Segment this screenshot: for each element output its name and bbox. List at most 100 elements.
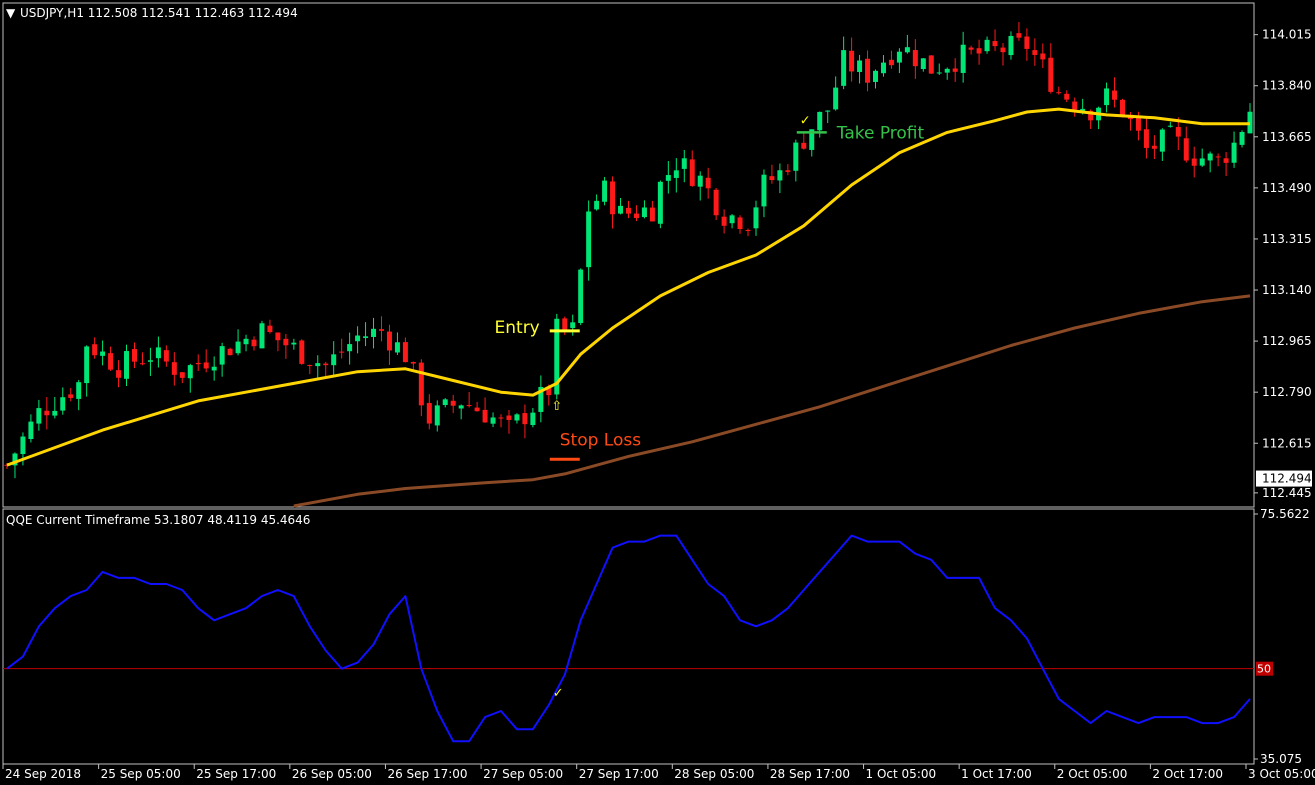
candle-body	[1151, 145, 1157, 149]
candle-body	[450, 400, 456, 406]
qqe-axis-label: 35.075	[1260, 752, 1302, 766]
candle-body	[944, 68, 950, 73]
candle-body	[116, 370, 122, 378]
candle-body	[108, 353, 114, 370]
candle-body	[155, 347, 161, 359]
candle-body	[530, 412, 536, 426]
candle-body	[44, 410, 50, 416]
candle-body	[522, 413, 528, 425]
candle-body	[873, 70, 879, 82]
price-axis-label: 113.665	[1262, 130, 1312, 144]
price-axis-label: 112.790	[1262, 385, 1312, 399]
candle-body	[283, 338, 289, 346]
candle-body	[378, 329, 384, 331]
candle-body	[195, 362, 201, 365]
candle-body	[147, 360, 153, 362]
candle-body	[1175, 127, 1181, 137]
candle-body	[1048, 57, 1054, 92]
candle-body	[745, 230, 751, 232]
candle-body	[267, 325, 273, 333]
candle-body	[76, 382, 82, 399]
candle-body	[833, 87, 839, 110]
candle-body	[896, 51, 902, 63]
candle-body	[602, 180, 608, 202]
candle-body	[506, 415, 512, 420]
candle-body	[315, 363, 321, 367]
candle-body	[131, 349, 137, 362]
candle-body	[888, 59, 894, 66]
time-axis-label: 2 Oct 17:00	[1152, 767, 1223, 781]
candle-body	[689, 159, 695, 186]
time-axis-label: 1 Oct 05:00	[866, 767, 937, 781]
qqe-axis-label: 75.5622	[1260, 507, 1310, 521]
candle-body	[769, 176, 775, 181]
price-axis-label: 114.015	[1262, 28, 1312, 42]
candle-body	[442, 399, 448, 405]
candle-body	[474, 407, 480, 412]
candle	[299, 339, 305, 365]
candle-body	[952, 68, 958, 72]
candle-body	[880, 62, 886, 74]
candle-body	[626, 207, 631, 214]
candle-body	[1104, 88, 1110, 106]
check-mark-icon: ✓	[800, 113, 811, 128]
candle-body	[729, 215, 735, 224]
candle-body	[928, 55, 934, 74]
candle	[713, 187, 719, 220]
candle-body	[307, 365, 313, 367]
candle-body	[410, 362, 416, 364]
candle-body	[801, 142, 807, 149]
candle-body	[84, 346, 90, 384]
candle-body	[179, 372, 185, 378]
candle-body	[841, 50, 847, 86]
candle-body	[713, 189, 719, 216]
price-axis-label: 112.615	[1262, 436, 1312, 450]
candle-body	[163, 350, 169, 362]
candle-body	[1191, 158, 1197, 166]
candle-body	[586, 211, 592, 268]
candle-body	[211, 366, 217, 371]
candle	[928, 55, 934, 74]
candle-body	[1112, 90, 1118, 100]
candle-body	[275, 332, 281, 341]
time-axis-label: 25 Sep 17:00	[196, 767, 276, 781]
time-axis-label: 26 Sep 05:00	[292, 767, 372, 781]
candle-body	[259, 323, 265, 349]
candle-body	[347, 344, 353, 352]
qqe-level-label: 50	[1257, 663, 1271, 676]
candle-body	[594, 200, 600, 210]
time-axis-label: 28 Sep 05:00	[674, 767, 754, 781]
time-axis-label: 2 Oct 05:00	[1057, 767, 1128, 781]
candle-body	[1143, 129, 1149, 148]
candle-body	[498, 417, 504, 419]
candle-body	[618, 205, 624, 214]
candle-body	[100, 351, 106, 356]
candle-body	[394, 342, 400, 353]
candle-body	[139, 363, 145, 365]
candle-body	[761, 174, 767, 207]
candle-body	[610, 181, 616, 215]
candle-body	[219, 346, 225, 365]
candle-body	[920, 58, 926, 70]
price-axis-label: 113.490	[1262, 181, 1312, 195]
time-axis-label: 25 Sep 05:00	[101, 767, 181, 781]
candle-body	[1239, 132, 1245, 145]
candle-body	[52, 410, 58, 416]
candle-body	[857, 60, 863, 72]
candle-body	[785, 170, 791, 172]
candle-body	[817, 111, 823, 131]
candle	[554, 313, 560, 400]
candle-body	[793, 142, 799, 171]
time-axis-label: 26 Sep 17:00	[387, 767, 467, 781]
candle-body	[968, 47, 974, 50]
candle-body	[1056, 92, 1062, 94]
price-axis-label: 112.965	[1262, 334, 1312, 348]
indicator-header: QQE Current Timeframe 53.1807 48.4119 45…	[6, 513, 310, 527]
price-axis-label: 112.445	[1262, 486, 1312, 500]
time-axis-label: 24 Sep 2018	[5, 767, 81, 781]
candle-body	[936, 72, 942, 74]
candle-body	[1223, 158, 1229, 163]
candle-body	[291, 342, 297, 345]
candle	[259, 320, 265, 349]
candle-body	[187, 365, 193, 379]
